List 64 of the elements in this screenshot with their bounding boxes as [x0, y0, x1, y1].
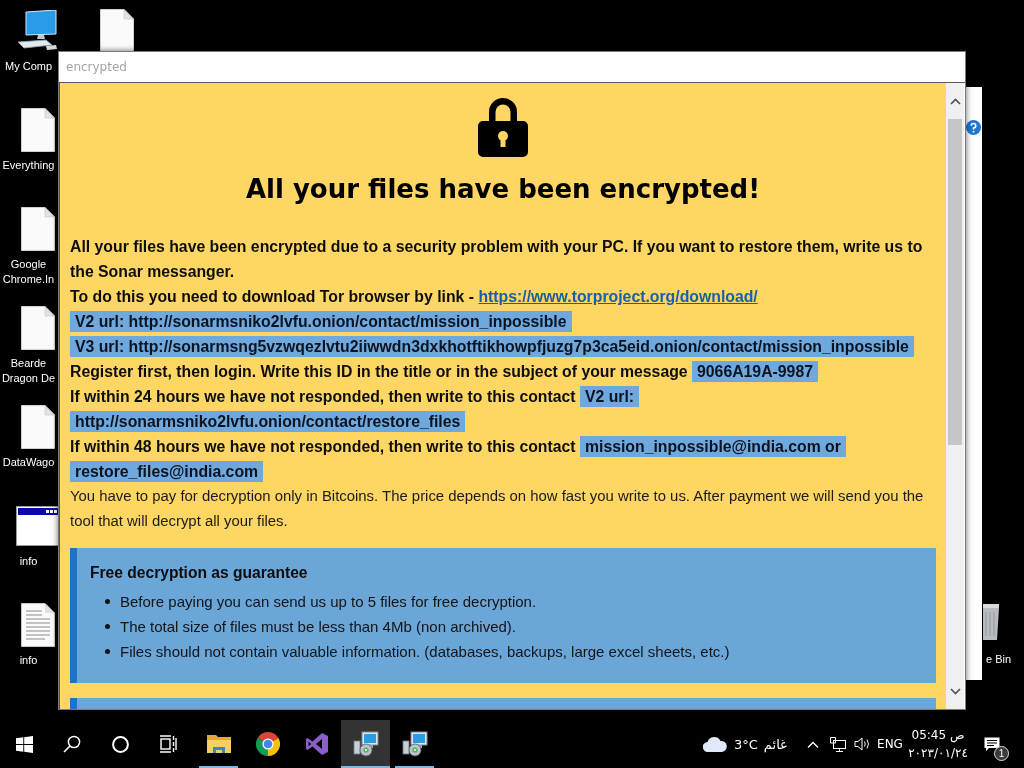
file-icon[interactable] [100, 9, 134, 53]
shortcut-label[interactable]: Google Chrome.In [0, 257, 57, 287]
search-icon [63, 735, 81, 753]
folder-icon [206, 733, 231, 755]
shortcut-label[interactable]: Everything [0, 158, 57, 173]
window-title: encrypted [66, 60, 127, 74]
language-button[interactable]: ENG [874, 720, 906, 768]
chevron-up-icon[interactable] [949, 97, 961, 105]
file-icon[interactable] [21, 405, 55, 449]
cloud-icon [703, 736, 727, 752]
message-text: If within 24 hours we have not responded, then write to this contact [70, 388, 576, 405]
highlighted-text: V2 url: [579, 386, 640, 407]
highlighted-text: V2 url: http://sonarmsniko2lvfu.onion/contact/mission_inpossible [70, 311, 572, 332]
file-icon[interactable] [21, 306, 55, 350]
shortcut-label[interactable]: DataWago [0, 455, 57, 470]
bullet-icon [105, 599, 110, 604]
heading: All your files have been encrypted! [245, 173, 761, 206]
notifications-button[interactable]: 1 [970, 720, 1014, 768]
tricolor-circle-icon [255, 732, 280, 756]
bullet-icon [105, 624, 110, 629]
text-file-icon[interactable] [21, 603, 55, 647]
scrollbar[interactable] [946, 83, 964, 709]
trash-bin-icon[interactable] [983, 604, 999, 640]
message-text: Register first, then login. Write this ID in the title or in the subject of your message [70, 363, 688, 380]
message-text: If within 48 hours we have not responded, then write to this contact [70, 438, 576, 455]
shortcut-label[interactable]: My Comp [0, 59, 57, 74]
file-icon[interactable] [21, 108, 55, 152]
shortcut-label[interactable]: e Bin [986, 652, 1012, 667]
network-icon [830, 736, 846, 752]
chevron-up-icon [807, 740, 819, 748]
computer-icon[interactable] [16, 10, 60, 52]
chevron-down-icon[interactable] [949, 687, 961, 695]
download-link[interactable]: https://www.torproject.org/download/ [478, 288, 758, 305]
app-window-icon[interactable] [16, 506, 60, 546]
highlighted-text: V3 url: http://sonarmsng5vzwqezlvtu2iiwwdn3dxkhotftikhowpfjuzg7p3ca5eid.onion/contact/mission_inpossible [70, 336, 914, 357]
message-icon [984, 736, 1000, 752]
scrollbar-thumb[interactable] [948, 119, 962, 445]
ribbon-logo-icon [304, 732, 329, 756]
help-icon[interactable] [966, 120, 981, 135]
taskbar-app-button[interactable] [341, 720, 390, 768]
panel-title: Free decryption as guarantee [90, 563, 309, 583]
highlighted-text: http://sonarmsniko2lvfu.onion/contact/restore_files [70, 411, 466, 432]
list-item-text: The total size of files must be less than 4Mb (non archived). [120, 618, 517, 635]
ring-icon [111, 735, 129, 753]
list-item-text: Before paying you can send us up to 5 files for free decryption. [120, 593, 537, 610]
highlighted-text: mission_inpossible@india.com or [579, 436, 846, 457]
message-text: You have to pay for decryption only in Bitcoins. The price depends on how fast you write to us. After payment we will send you the tool that will decrypt all your files. [70, 487, 925, 531]
clock-button[interactable]: 05:45 ص ٢٠٢٣/٠١/٢٤ [906, 720, 970, 768]
speaker-icon [853, 737, 871, 751]
windows-logo-icon [15, 735, 33, 753]
shortcut-label[interactable]: info [0, 554, 57, 569]
highlighted-text: 9066A19A-9987 [692, 361, 818, 382]
highlighted-text: restore_files@india.com [70, 461, 264, 482]
task-view-icon [159, 735, 177, 753]
list-item-text: Files should not contain valuable information. (databases, backups, large excel sheets, etc.) [120, 643, 730, 660]
file-icon[interactable] [21, 207, 55, 251]
notification-badge: 1 [994, 746, 1009, 761]
computer-disc-icon [401, 731, 428, 757]
message-text: All your files have been encrypted due to a security problem with your PC. If you want to restore them, write us to the Sonar messanger. [70, 237, 924, 282]
computer-disc-icon [352, 731, 379, 757]
bullet-icon [105, 649, 110, 654]
shortcut-label[interactable]: Bearde Dragon De [0, 356, 57, 386]
message-text: To do this you need to download Tor browser by link - [70, 288, 474, 305]
shortcut-label[interactable]: info [0, 653, 57, 668]
